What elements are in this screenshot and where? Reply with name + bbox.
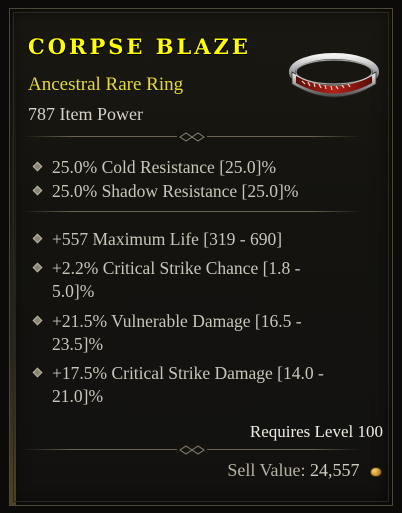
affix: +21.5% Vulnerable Damage [16.5 - 23.5]%: [28, 310, 368, 356]
implicit-affix: 25.0% Shadow Resistance [25.0]%: [28, 180, 368, 203]
sell-value-amount: 24,557: [310, 460, 360, 480]
section-divider: [22, 206, 362, 218]
sell-value-label: Sell Value:: [227, 460, 306, 480]
affix: +17.5% Critical Strike Damage [14.0 - 21…: [28, 362, 368, 408]
sell-value: Sell Value: 24,557: [227, 460, 382, 481]
required-level: Requires Level 100: [249, 422, 383, 441]
item-type: Ancestral Rare Ring: [28, 74, 184, 95]
affix: +2.2% Critical Strike Chance [1.8 - 5.0]…: [28, 257, 368, 303]
item-power: 787 Item Power: [28, 104, 143, 124]
ring-icon: [289, 53, 379, 98]
gold-coin-icon: [370, 466, 382, 477]
item-name: CORPSE BLAZE: [28, 34, 251, 59]
implicit-affix: 25.0% Cold Resistance [25.0]%: [28, 156, 368, 179]
section-divider: [22, 131, 362, 143]
tooltip-edge: [10, 9, 16, 505]
section-divider: [22, 444, 362, 456]
affix: +557 Maximum Life [319 - 690]: [28, 228, 368, 251]
